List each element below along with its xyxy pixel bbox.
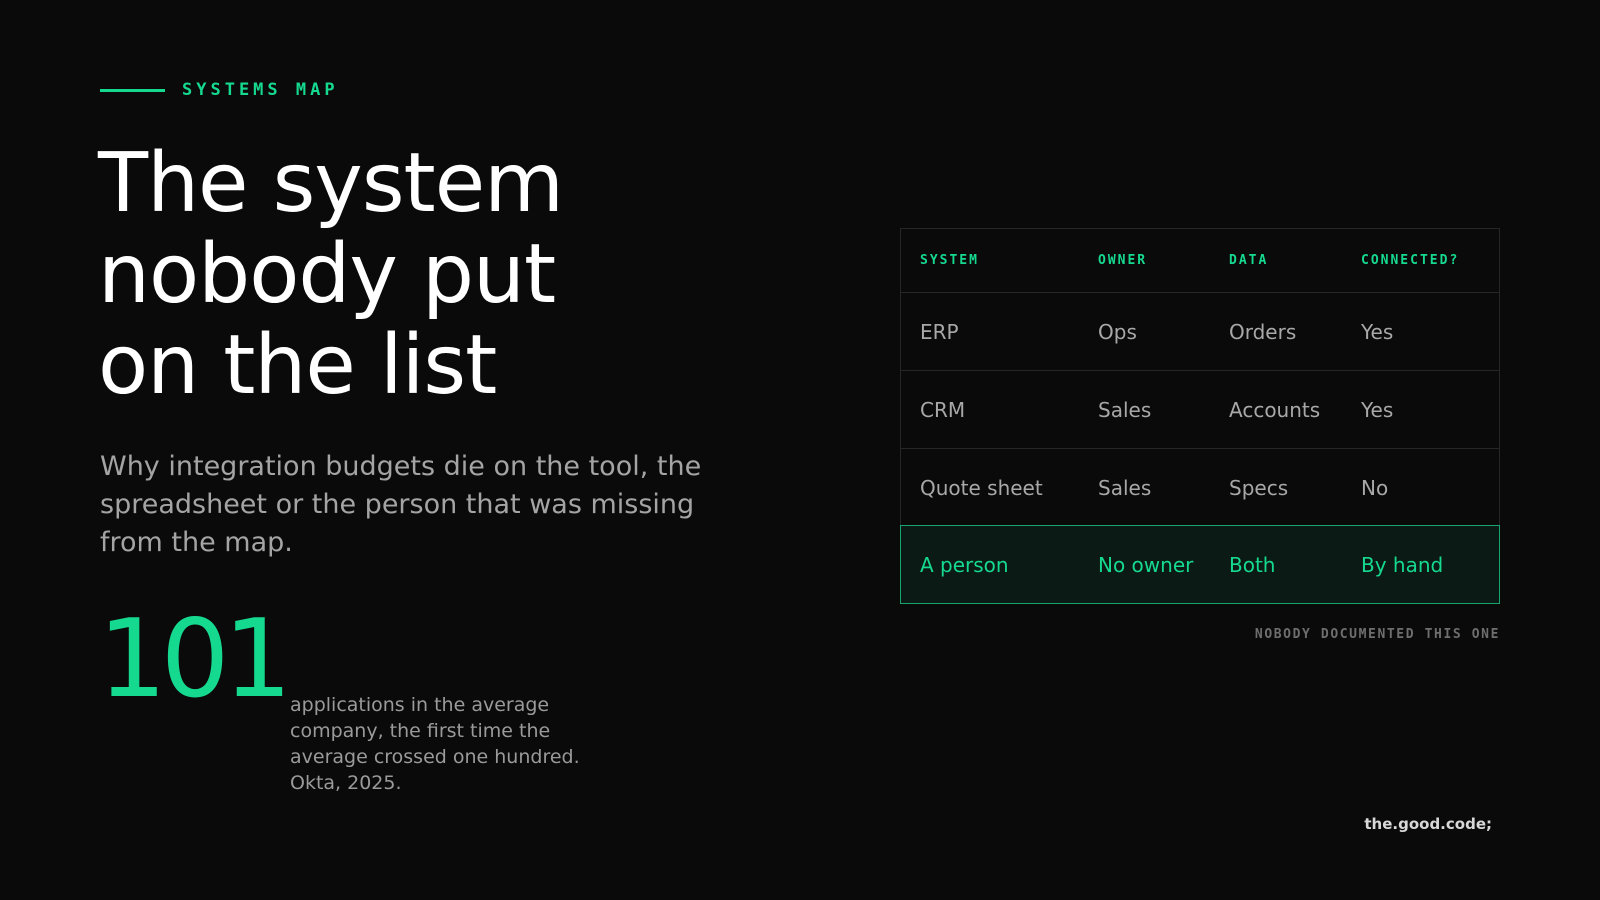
table-cell-data: Orders [1229, 319, 1297, 344]
table-cell-owner: Ops [1098, 319, 1137, 344]
table-cell-system: CRM [920, 397, 966, 422]
table-cell-data: Specs [1229, 475, 1289, 500]
slide-subtitle: Why integration budgets die on the tool,… [100, 451, 702, 558]
table-cell-system: ERP [920, 319, 959, 344]
table-row: ERP Ops Orders Yes [901, 292, 1499, 370]
table-cell-connected: Yes [1361, 319, 1394, 344]
table-cell-system: Quote sheet [920, 475, 1043, 500]
table-cell-owner: No owner [1098, 552, 1194, 577]
table-cell-data: Both [1229, 552, 1276, 577]
table-header-row: SYSTEM OWNER DATA CONNECTED? [901, 229, 1499, 292]
slide-title-line-1: The system [98, 136, 564, 231]
section-eyebrow: SYSTEMS MAP [100, 80, 339, 100]
stat-description: applications in the average company, the… [290, 694, 580, 794]
slide-title-line-3: on the list [98, 318, 497, 413]
brand-wordmark: the.good.code; [1364, 815, 1492, 833]
table-cell-connected: No [1361, 475, 1389, 500]
stat-number: 101 [98, 597, 292, 722]
systems-table: SYSTEM OWNER DATA CONNECTED? ERP Ops Ord… [900, 228, 1500, 604]
table-header-connected: CONNECTED? [1361, 253, 1460, 268]
eyebrow-label: SYSTEMS MAP [182, 80, 339, 100]
table-cell-data: Accounts [1229, 397, 1321, 422]
table-cell-connected: Yes [1361, 397, 1394, 422]
table-cell-system: A person [920, 552, 1009, 577]
table-header-system: SYSTEM [920, 253, 979, 268]
table-cell-connected: By hand [1361, 552, 1444, 577]
table-footnote: NOBODY DOCUMENTED THIS ONE [1254, 627, 1500, 642]
table-header-owner: OWNER [1098, 253, 1148, 268]
slide-title: The system nobody put on the list [98, 136, 564, 413]
table-row-highlighted: A person No owner Both By hand [900, 525, 1500, 604]
table-cell-owner: Sales [1098, 475, 1152, 500]
table-cell-owner: Sales [1098, 397, 1152, 422]
slide-title-line-2: nobody put [98, 227, 556, 322]
eyebrow-accent-line [100, 88, 165, 92]
table-row: CRM Sales Accounts Yes [901, 370, 1499, 448]
table-row: Quote sheet Sales Specs No [901, 448, 1499, 526]
table-header-data: DATA [1229, 253, 1269, 268]
